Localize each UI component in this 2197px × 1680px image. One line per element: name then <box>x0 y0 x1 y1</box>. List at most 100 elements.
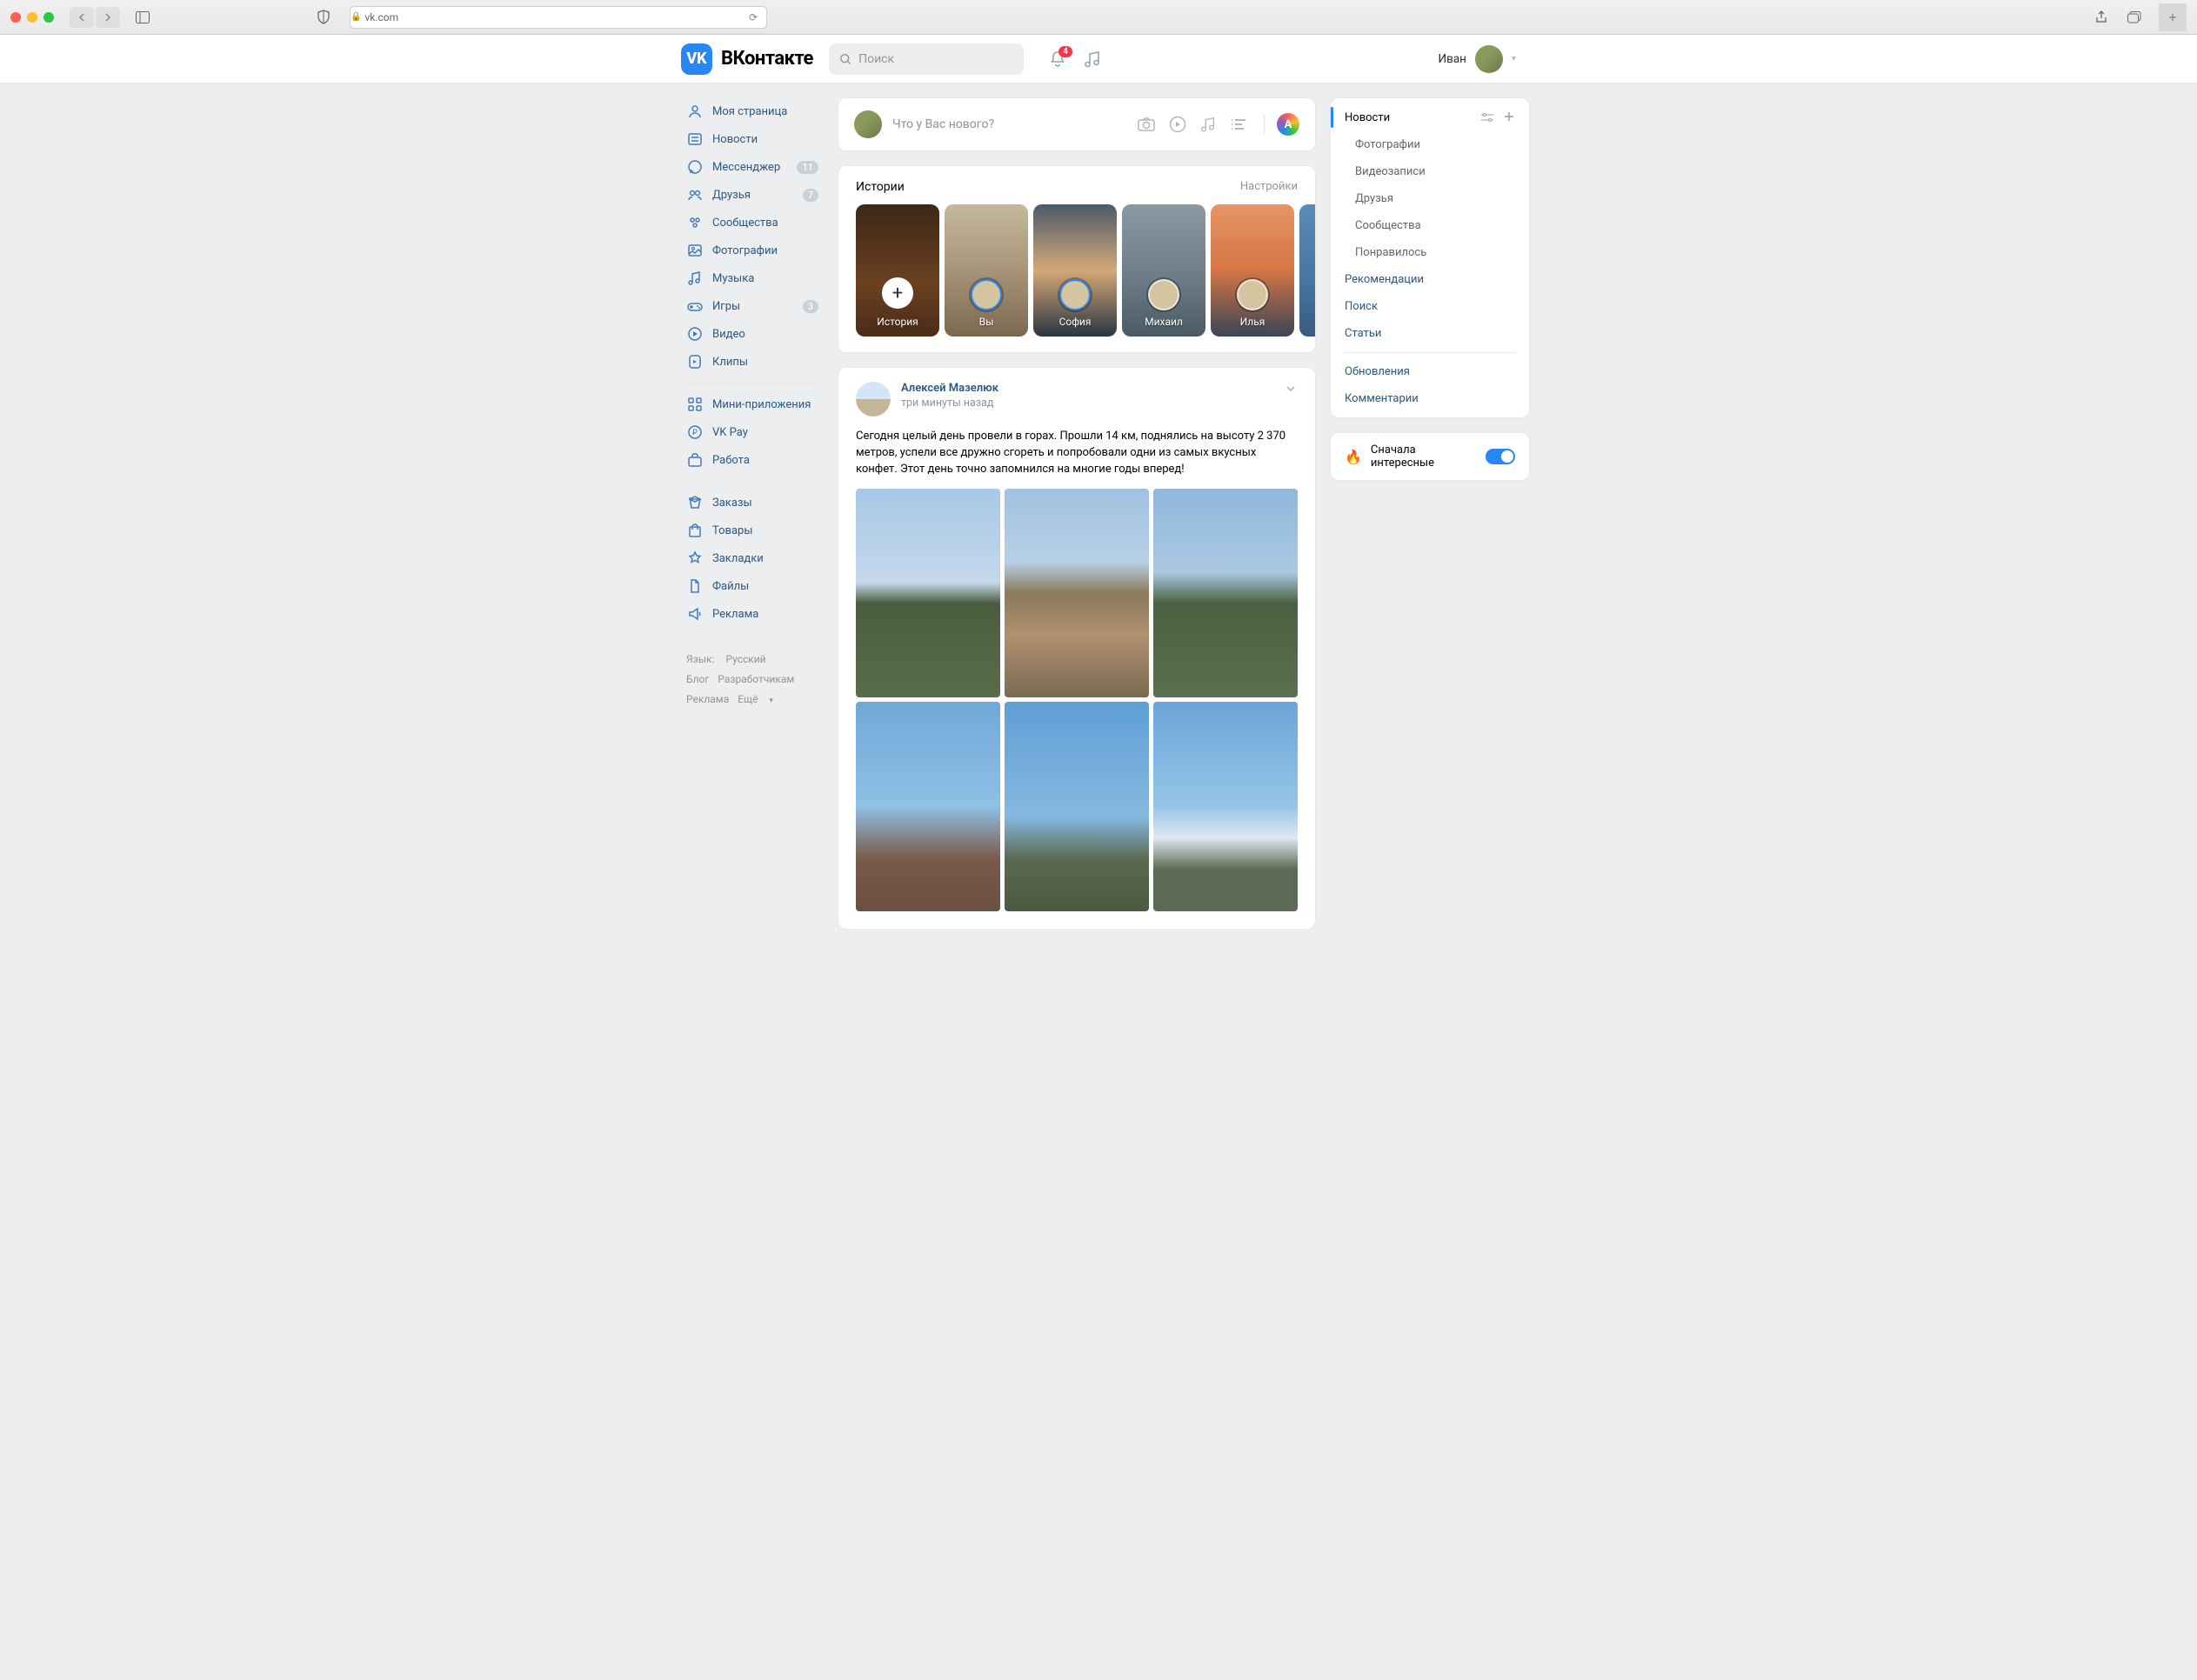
nav-messenger[interactable]: Мессенджер11 <box>681 153 824 181</box>
post-avatar[interactable] <box>856 382 891 417</box>
filter-groups[interactable]: Сообщества <box>1331 212 1529 239</box>
filter-news[interactable]: Новости <box>1331 103 1529 131</box>
logo-text: ВКонтакте <box>721 48 813 70</box>
post-image[interactable] <box>1153 489 1298 698</box>
post-image[interactable] <box>1005 702 1149 911</box>
work-icon <box>686 451 704 469</box>
music-button[interactable] <box>1083 50 1102 69</box>
nav-groups[interactable]: Сообщества <box>681 209 824 237</box>
post-image[interactable] <box>856 702 1000 911</box>
sort-label: Сначала интересные <box>1371 443 1477 470</box>
nav-video[interactable]: Видео <box>681 320 824 348</box>
filter-updates[interactable]: Обновления <box>1331 358 1529 385</box>
close-window[interactable] <box>10 12 21 23</box>
sort-toggle[interactable] <box>1486 449 1515 464</box>
back-button[interactable] <box>70 7 94 28</box>
nav-ads[interactable]: Реклама <box>681 600 824 628</box>
goods-icon <box>686 522 704 539</box>
groups-icon <box>686 214 704 231</box>
story-item[interactable]: Михаил <box>1122 204 1205 337</box>
new-tab-button[interactable]: + <box>2159 3 2187 31</box>
post: Алексей Мазелюк три минуты назад Сегодня… <box>838 367 1316 930</box>
post-author[interactable]: Алексей Мазелюк <box>901 382 998 395</box>
filter-liked[interactable]: Понравилось <box>1331 239 1529 266</box>
music-icon <box>686 270 704 287</box>
filter-comments[interactable]: Комментарии <box>1331 385 1529 412</box>
filter-articles[interactable]: Статьи <box>1331 320 1529 347</box>
pay-icon: ₽ <box>686 423 704 441</box>
stories-settings[interactable]: Настройки <box>1240 180 1298 194</box>
search-icon <box>839 52 851 66</box>
logo[interactable]: VK ВКонтакте <box>681 43 813 75</box>
address-bar[interactable]: 🔒 vk.com ⟳ <box>350 6 767 29</box>
nav-photos[interactable]: Фотографии <box>681 237 824 264</box>
add-icon[interactable] <box>1503 110 1515 123</box>
filter-search[interactable]: Поиск <box>1331 293 1529 320</box>
filter-recommendations[interactable]: Рекомендации <box>1331 266 1529 293</box>
notification-badge: 4 <box>1058 46 1072 57</box>
post-image[interactable] <box>1005 489 1149 698</box>
orders-icon <box>686 494 704 511</box>
maximize-window[interactable] <box>43 12 54 23</box>
post-text: Сегодня целый день провели в горах. Прош… <box>838 425 1315 489</box>
search-input[interactable] <box>858 52 1013 66</box>
nav-apps[interactable]: Мини-приложения <box>681 390 824 418</box>
sidebar-toggle[interactable] <box>130 7 155 28</box>
url-text: vk.com <box>364 11 398 23</box>
nav-news[interactable]: Новости <box>681 125 824 153</box>
footer-blog[interactable]: Блог <box>686 673 709 685</box>
footer-links: Язык: Русский БлогРазработчикам РекламаЕ… <box>681 650 824 709</box>
story-avatar <box>1148 279 1179 310</box>
poll-icon[interactable] <box>1229 115 1248 134</box>
filter-friends[interactable]: Друзья <box>1331 185 1529 212</box>
footer-ads[interactable]: Реклама <box>686 693 729 705</box>
filter-photos[interactable]: Фотографии <box>1331 131 1529 158</box>
story-item[interactable]: Вы <box>945 204 1028 337</box>
footer-developers[interactable]: Разработчикам <box>718 673 794 685</box>
clips-icon <box>686 353 704 370</box>
search-box[interactable] <box>829 43 1024 75</box>
share-icon[interactable] <box>2089 7 2114 28</box>
nav-games[interactable]: Игры3 <box>681 292 824 320</box>
filter-videos[interactable]: Видеозаписи <box>1331 158 1529 185</box>
story-item[interactable]: София <box>1033 204 1117 337</box>
nav-clips[interactable]: Клипы <box>681 348 824 376</box>
video-icon[interactable] <box>1168 115 1187 134</box>
user-menu[interactable]: Иван ▾ <box>1438 45 1516 73</box>
nav-bookmarks[interactable]: Закладки <box>681 544 824 572</box>
post-image[interactable] <box>856 489 1000 698</box>
camera-icon[interactable] <box>1137 115 1156 134</box>
add-story[interactable]: + История <box>856 204 939 337</box>
nav-files[interactable]: Файлы <box>681 572 824 600</box>
user-name: Иван <box>1438 52 1466 66</box>
footer-more[interactable]: Ещё <box>738 693 758 705</box>
notifications-button[interactable]: 4 <box>1048 50 1067 69</box>
story-item[interactable]: Илья <box>1211 204 1294 337</box>
logo-mark: VK <box>681 43 712 75</box>
right-sidebar: Новости Фотографии Видеозаписи Друзья Со… <box>1330 97 1530 943</box>
nav-work[interactable]: Работа <box>681 446 824 474</box>
post-menu[interactable] <box>1284 382 1298 396</box>
sort-card: 🔥 Сначала интересные <box>1330 432 1530 481</box>
nav-pay[interactable]: ₽ VK Pay <box>681 418 824 446</box>
nav-music[interactable]: Музыка <box>681 264 824 292</box>
privacy-shield-icon[interactable] <box>310 5 337 30</box>
plus-icon: + <box>882 277 913 309</box>
minimize-window[interactable] <box>27 12 37 23</box>
story-item[interactable]: С <box>1299 204 1315 337</box>
fire-icon: 🔥 <box>1345 449 1362 465</box>
music-icon[interactable] <box>1199 116 1217 133</box>
theme-icon[interactable]: A <box>1277 113 1299 136</box>
nav-user[interactable]: Моя страница <box>681 97 824 125</box>
news-icon <box>686 130 704 148</box>
nav-goods[interactable]: Товары <box>681 517 824 544</box>
post-image[interactable] <box>1153 702 1298 911</box>
nav-orders[interactable]: Заказы <box>681 489 824 517</box>
reload-icon[interactable]: ⟳ <box>749 11 758 23</box>
tabs-icon[interactable] <box>2122 7 2147 28</box>
nav-friends[interactable]: Друзья7 <box>681 181 824 209</box>
lock-icon: 🔒 <box>351 12 361 22</box>
composer-input[interactable] <box>892 117 1126 131</box>
settings-icon[interactable] <box>1480 110 1494 124</box>
forward-button[interactable] <box>96 7 120 28</box>
